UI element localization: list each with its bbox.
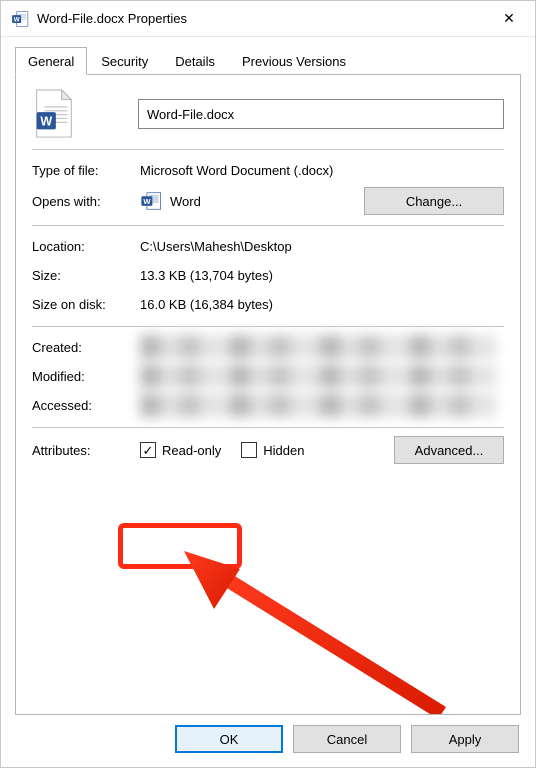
general-panel: W Type of file: Microsoft Word Document …	[15, 75, 521, 715]
svg-text:W: W	[40, 115, 52, 129]
tab-previous-versions[interactable]: Previous Versions	[229, 47, 359, 74]
hidden-label: Hidden	[263, 443, 304, 458]
hidden-checkbox[interactable]: Hidden	[241, 442, 304, 458]
cancel-button[interactable]: Cancel	[293, 725, 401, 753]
location-label: Location:	[32, 239, 140, 254]
size-on-disk-value: 16.0 KB (16,384 bytes)	[140, 297, 504, 312]
type-value: Microsoft Word Document (.docx)	[140, 163, 504, 178]
titlebar: W Word-File.docx Properties ✕	[1, 1, 535, 37]
word-app-icon: W	[140, 191, 162, 211]
divider	[32, 225, 504, 226]
tab-security[interactable]: Security	[88, 47, 161, 74]
modified-label: Modified:	[32, 369, 140, 384]
accessed-label: Accessed:	[32, 398, 140, 413]
accessed-value-redacted	[140, 393, 496, 417]
file-icon: W	[32, 89, 74, 139]
readonly-label: Read-only	[162, 443, 221, 458]
tab-strip: General Security Details Previous Versio…	[15, 47, 521, 75]
modified-value-redacted	[140, 364, 496, 388]
size-label: Size:	[32, 268, 140, 283]
tab-details[interactable]: Details	[162, 47, 228, 74]
readonly-checkbox[interactable]: Read-only	[140, 442, 221, 458]
attributes-label: Attributes:	[32, 443, 140, 458]
checkbox-icon	[241, 442, 257, 458]
created-value-redacted	[140, 335, 496, 359]
location-value: C:\Users\Mahesh\Desktop	[140, 239, 504, 254]
apply-button[interactable]: Apply	[411, 725, 519, 753]
close-button[interactable]: ✕	[489, 10, 529, 27]
window-title: Word-File.docx Properties	[37, 11, 489, 26]
divider	[32, 427, 504, 428]
annotation-highlight-box	[118, 523, 242, 569]
change-button[interactable]: Change...	[364, 187, 504, 215]
divider	[32, 326, 504, 327]
type-label: Type of file:	[32, 163, 140, 178]
dialog-button-bar: OK Cancel Apply	[1, 715, 535, 767]
annotation-arrow-icon	[176, 551, 466, 715]
filename-input[interactable]	[138, 99, 504, 129]
size-on-disk-label: Size on disk:	[32, 297, 140, 312]
content-area: General Security Details Previous Versio…	[1, 37, 535, 715]
ok-button[interactable]: OK	[175, 725, 283, 753]
advanced-button[interactable]: Advanced...	[394, 436, 504, 464]
opens-with-value: Word	[170, 194, 201, 209]
tab-general[interactable]: General	[15, 47, 87, 75]
svg-text:W: W	[14, 16, 20, 23]
checkbox-icon	[140, 442, 156, 458]
created-label: Created:	[32, 340, 140, 355]
opens-with-label: Opens with:	[32, 194, 140, 209]
svg-text:W: W	[143, 197, 151, 206]
word-document-icon: W	[11, 10, 29, 28]
divider	[32, 149, 504, 150]
properties-dialog: W Word-File.docx Properties ✕ General Se…	[0, 0, 536, 768]
size-value: 13.3 KB (13,704 bytes)	[140, 268, 504, 283]
